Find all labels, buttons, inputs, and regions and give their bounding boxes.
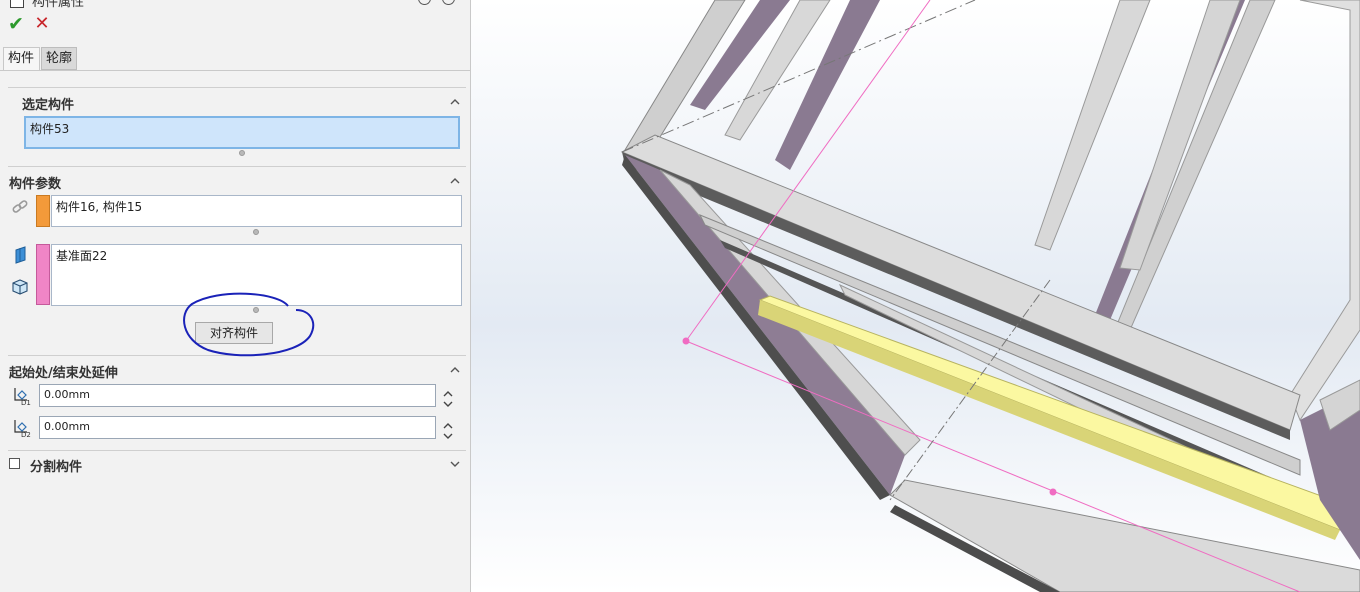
resize-grip[interactable] [253, 229, 259, 235]
split-member-checkbox[interactable] [9, 458, 20, 469]
resize-grip[interactable] [239, 150, 245, 156]
solid-body-icon [11, 278, 29, 296]
svg-text:D2: D2 [21, 431, 31, 438]
spin-down-button[interactable] [442, 430, 454, 439]
section-title-extension: 起始处/结束处延伸 [9, 366, 118, 381]
property-manager: 构件属性 i ? ✔ ✕ 构件 轮廓 选定构件 构件53 构件参数 构件16, … [0, 0, 471, 592]
list-item[interactable]: 构件53 [30, 122, 69, 136]
close-icon: ✕ [34, 13, 50, 34]
end-extension-field[interactable]: 0.00mm [39, 416, 436, 439]
dimension-d2-icon: D2 [12, 418, 31, 439]
link-icon [11, 198, 29, 216]
start-extension-value[interactable]: 0.00mm [44, 388, 90, 401]
property-manager-header: 构件属性 i ? [0, 0, 470, 12]
weldment-model[interactable] [471, 0, 1360, 592]
structure-member-icon [10, 0, 24, 8]
chevron-up-icon[interactable] [450, 97, 460, 107]
section-title-selected-member: 选定构件 [22, 98, 75, 113]
spin-up-button[interactable] [442, 419, 454, 429]
end-extension-value[interactable]: 0.00mm [44, 420, 90, 433]
section-title-member-params: 构件参数 [9, 177, 62, 192]
section-divider [8, 450, 466, 451]
graphics-viewport[interactable] [471, 0, 1360, 592]
tab-divider [0, 70, 470, 71]
help-icon[interactable]: ? [442, 0, 455, 5]
page-title: 构件属性 [32, 0, 85, 10]
check-icon: ✔ [8, 13, 24, 35]
member-group-list[interactable]: 构件16, 构件15 [51, 195, 462, 227]
ok-button[interactable]: ✔ [6, 13, 26, 35]
info-icon[interactable]: i [418, 0, 431, 5]
start-extension-field[interactable]: 0.00mm [39, 384, 436, 407]
svg-text:D1: D1 [21, 399, 31, 406]
section-divider [8, 166, 466, 167]
split-member-label: 分割构件 [30, 460, 83, 475]
list-item[interactable]: 构件16, 构件15 [56, 200, 142, 214]
section-divider [8, 87, 466, 88]
tab-member[interactable]: 构件 [3, 47, 40, 70]
plane-icon [12, 246, 30, 264]
selected-member-list[interactable]: 构件53 [24, 116, 460, 149]
cancel-button[interactable]: ✕ [32, 13, 52, 35]
chevron-up-icon[interactable] [450, 176, 460, 186]
spin-down-button[interactable] [442, 398, 454, 407]
chevron-up-icon[interactable] [450, 365, 460, 375]
spin-up-button[interactable] [442, 387, 454, 397]
color-strip-orange [36, 195, 50, 227]
list-item[interactable]: 基准面22 [56, 249, 107, 263]
color-strip-pink [36, 244, 50, 305]
annotation-circle [183, 292, 315, 357]
chevron-down-icon[interactable] [450, 459, 460, 469]
dimension-d1-icon: D1 [12, 386, 31, 407]
tab-profile[interactable]: 轮廓 [41, 47, 77, 70]
